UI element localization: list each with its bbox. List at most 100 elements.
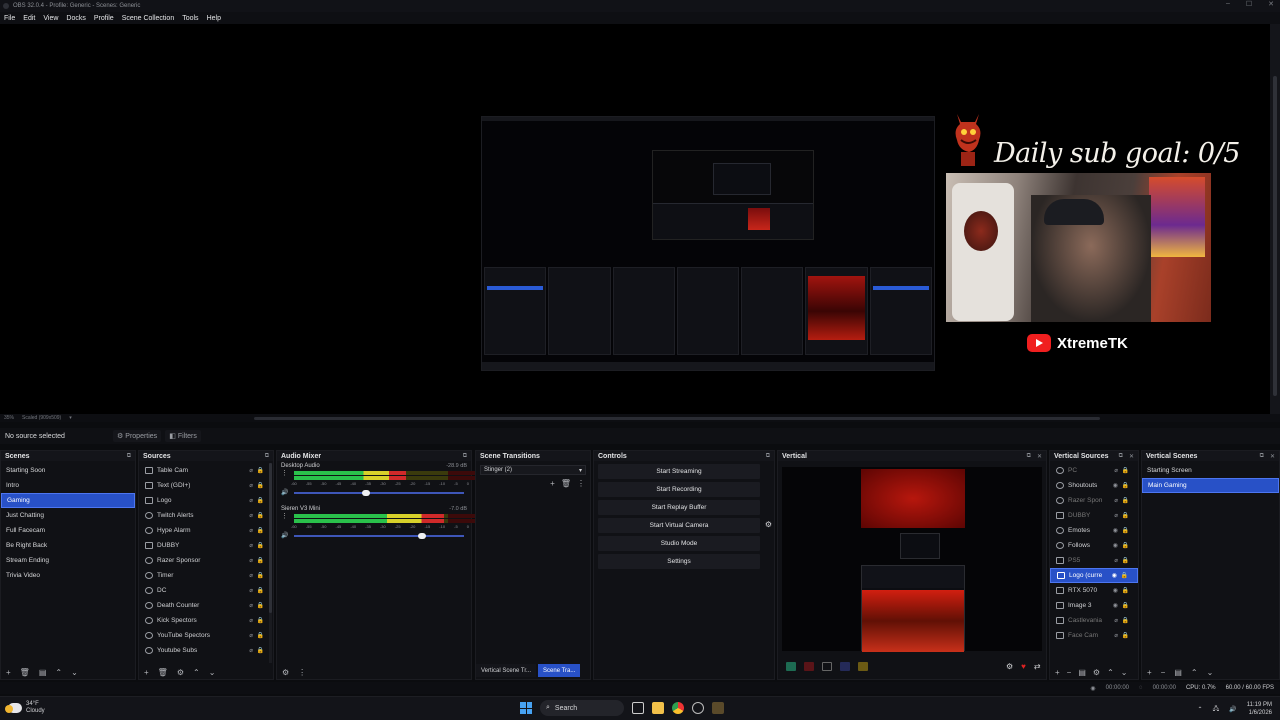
start-recording-button[interactable]: Start Recording (598, 482, 760, 497)
visibility-icon[interactable]: ⌀ (249, 482, 253, 489)
visibility-icon[interactable]: ⌀ (249, 617, 253, 624)
source-item[interactable]: DC ⌀ 🔒 (139, 583, 273, 598)
file-explorer-icon[interactable] (652, 702, 664, 714)
lock-icon[interactable]: 🔒 (1122, 602, 1129, 609)
lock-icon[interactable]: 🔒 (1122, 632, 1129, 639)
lock-icon[interactable]: 🔒 (257, 602, 264, 609)
remove-scene-icon[interactable]: 🗑 (20, 668, 30, 677)
transition-menu-icon[interactable]: ⋮ (577, 479, 585, 488)
tab-scene-transitions[interactable]: Scene Tra... (538, 664, 581, 677)
visibility-icon[interactable]: ⌀ (249, 512, 253, 519)
scene-filters-icon[interactable]: ▤ (1174, 668, 1182, 677)
transition-select[interactable]: Stinger (2) ▾ (480, 465, 586, 475)
chrome-icon[interactable] (672, 702, 684, 714)
lock-icon[interactable]: 🔒 (1122, 617, 1129, 624)
app-icon[interactable] (712, 702, 724, 714)
volume-slider[interactable] (294, 532, 465, 539)
visibility-icon[interactable]: ⌀ (1114, 497, 1118, 504)
preview-horizontal-scrollbar[interactable] (254, 417, 1100, 420)
move-up-icon[interactable]: ⌃ (1107, 668, 1114, 677)
studio-mode-button[interactable]: Studio Mode (598, 536, 760, 551)
scene-item[interactable]: Full Facecam (1, 523, 135, 538)
weather-widget[interactable]: 34°F Cloudy (5, 701, 45, 715)
menu-help[interactable]: Help (207, 15, 221, 22)
heart-icon[interactable]: ♥ (1021, 662, 1026, 671)
lock-icon[interactable]: 🔒 (1122, 482, 1129, 489)
vertical-scene-item[interactable]: Main Gaming (1142, 478, 1279, 493)
obs-taskbar-icon[interactable] (692, 702, 704, 714)
vertical-source-item[interactable]: Logo (curre ◉ 🔒 (1050, 568, 1138, 583)
close-icon[interactable]: ✕ (1270, 453, 1275, 460)
menu-profile[interactable]: Profile (94, 15, 114, 22)
vertical-source-item[interactable]: Image 3 ◉ 🔒 (1050, 598, 1138, 613)
source-properties-icon[interactable]: ⚙ (177, 668, 184, 677)
lock-icon[interactable]: 🔒 (1122, 467, 1129, 474)
lock-icon[interactable]: 🔒 (1122, 542, 1129, 549)
vertical-source-item[interactable]: DUBBY ⌀ 🔒 (1050, 508, 1138, 523)
move-down-icon[interactable]: ⌄ (209, 668, 216, 677)
lock-icon[interactable]: 🔒 (1122, 512, 1129, 519)
lock-icon[interactable]: 🔒 (257, 557, 264, 564)
remove-transition-icon[interactable]: 🗑 (561, 479, 571, 488)
scene-item[interactable]: Starting Soon (1, 463, 135, 478)
record-vertical-icon[interactable] (804, 661, 814, 671)
close-icon[interactable]: ✕ (1268, 0, 1274, 8)
move-up-icon[interactable]: ⌃ (55, 668, 62, 677)
source-item[interactable]: Death Counter ⌀ 🔒 (139, 598, 273, 613)
channel-menu-icon[interactable]: ⋮ (281, 512, 288, 520)
chevron-up-icon[interactable]: ⌃ (1198, 706, 1203, 713)
add-source-icon[interactable]: + (144, 668, 149, 677)
source-item[interactable]: Table Cam ⌀ 🔒 (139, 463, 273, 478)
lock-icon[interactable]: 🔒 (257, 467, 264, 474)
add-transition-icon[interactable]: + (550, 479, 555, 488)
lock-icon[interactable]: 🔒 (257, 647, 264, 654)
maximize-icon[interactable]: ☐ (1246, 0, 1252, 8)
source-item[interactable]: Kick Spectors ⌀ 🔒 (139, 613, 273, 628)
vertical-source-item[interactable]: Follows ◉ 🔒 (1050, 538, 1138, 553)
lock-icon[interactable]: 🔒 (257, 542, 264, 549)
menu-file[interactable]: File (4, 15, 15, 22)
visibility-icon[interactable]: ◉ (1113, 542, 1118, 549)
visibility-icon[interactable]: ◉ (1113, 527, 1118, 534)
filters-button[interactable]: ◧ Filters (165, 430, 201, 442)
undock-icon[interactable]: ⧉ (265, 453, 269, 460)
visibility-icon[interactable]: ⌀ (249, 542, 253, 549)
source-item[interactable]: Twitch Alerts ⌀ 🔒 (139, 508, 273, 523)
minimize-icon[interactable]: – (1226, 0, 1230, 8)
scene-item[interactable]: Just Chatting (1, 508, 135, 523)
vertical-source-item[interactable]: Face Cam ⌀ 🔒 (1050, 628, 1138, 643)
add-scene-icon[interactable]: + (1147, 668, 1152, 677)
source-item[interactable]: Timer ⌀ 🔒 (139, 568, 273, 583)
vertical-preview[interactable] (782, 467, 1042, 652)
visibility-icon[interactable]: ⌀ (249, 632, 253, 639)
visibility-icon[interactable]: ⌀ (249, 587, 253, 594)
visibility-icon[interactable]: ⌀ (1114, 467, 1118, 474)
lock-icon[interactable]: 🔒 (257, 512, 264, 519)
sources-scrollbar[interactable] (269, 463, 272, 663)
visibility-icon[interactable]: ⌀ (1114, 512, 1118, 519)
clock[interactable]: 11:19 PM 1/6/2026 (1247, 701, 1272, 717)
visibility-icon[interactable]: ⌀ (249, 557, 253, 564)
start-streaming-button[interactable]: Start Streaming (598, 464, 760, 479)
source-properties-icon[interactable]: ⚙ (1093, 668, 1100, 677)
scene-item[interactable]: Be Right Back (1, 538, 135, 553)
scene-item[interactable]: Gaming (1, 493, 135, 508)
lock-icon[interactable]: 🔒 (257, 572, 264, 579)
search-box[interactable]: ⌕ Search (540, 700, 624, 716)
visibility-icon[interactable]: ⌀ (249, 602, 253, 609)
slider-knob[interactable] (417, 532, 426, 539)
start-virtual-camera-button[interactable]: Start Virtual Camera ⚙ (598, 518, 772, 533)
visibility-icon[interactable]: ⌀ (249, 572, 253, 579)
zoom-dropdown-icon[interactable]: ▾ (69, 415, 72, 421)
add-scene-icon[interactable]: + (6, 668, 11, 677)
remove-scene-icon[interactable]: − (1161, 668, 1166, 677)
close-icon[interactable]: ✕ (1129, 453, 1134, 460)
undock-icon[interactable]: ⧉ (766, 453, 770, 460)
undock-icon[interactable]: ⧉ (1119, 453, 1123, 460)
scene-item[interactable]: Intro (1, 478, 135, 493)
undock-icon[interactable]: ⧉ (1260, 453, 1264, 460)
properties-button[interactable]: ⚙ Properties (113, 430, 162, 442)
source-item[interactable]: DUBBY ⌀ 🔒 (139, 538, 273, 553)
visibility-icon[interactable]: ◉ (1113, 482, 1118, 489)
vertical-source-item[interactable]: PS5 ⌀ 🔒 (1050, 553, 1138, 568)
